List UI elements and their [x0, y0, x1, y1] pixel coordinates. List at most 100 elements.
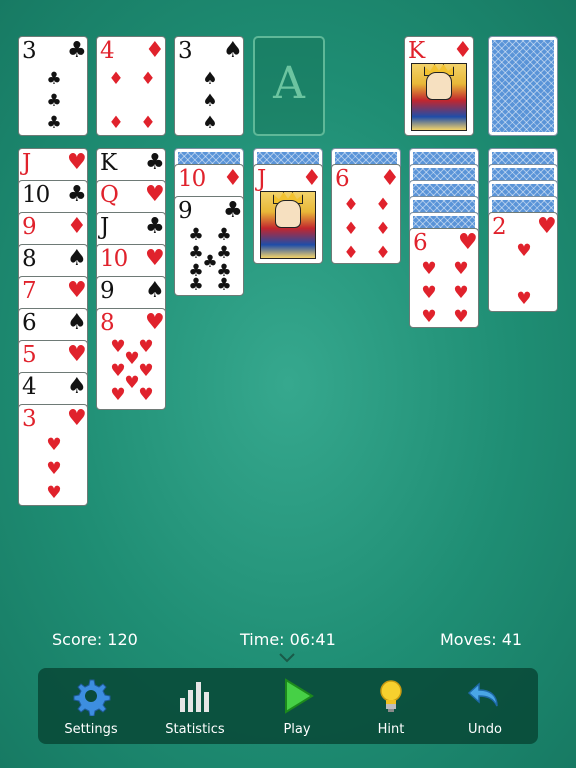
statistics-label: Statistics: [165, 722, 225, 737]
heart-icon: ♥: [67, 278, 87, 303]
club-icon: ♣: [67, 182, 87, 207]
heart-icon: ♥: [46, 459, 62, 479]
heart-icon: ♥: [421, 283, 437, 303]
club-icon: ♣: [223, 198, 243, 223]
heart-icon: ♥: [110, 385, 126, 405]
club-icon: ♣: [216, 225, 232, 245]
heart-icon: ♥: [46, 435, 62, 455]
tableau-col5-card[interactable]: 6 ♦ ♦ ♦ ♦ ♦ ♦ ♦: [331, 164, 401, 264]
heart-icon: ♥: [145, 310, 165, 335]
heart-icon: ♥: [421, 259, 437, 279]
spade-icon: ♠: [223, 38, 243, 63]
heart-icon: ♥: [453, 307, 469, 327]
card-rank: 7: [22, 278, 37, 304]
diamond-icon: ♦: [375, 219, 391, 239]
spade-icon: ♠: [202, 113, 218, 133]
play-label: Play: [283, 722, 311, 737]
bar-chart-icon: [180, 682, 209, 712]
card-rank: 10: [100, 246, 128, 272]
undo-arrow-icon: [467, 682, 498, 707]
heart-icon: ♥: [458, 230, 478, 255]
card-rank: 4: [22, 374, 37, 400]
diamond-icon: ♦: [108, 113, 124, 133]
heart-icon: ♥: [67, 406, 87, 431]
card-rank: 8: [100, 310, 115, 336]
spade-icon: ♠: [67, 310, 87, 335]
card-rank: K: [100, 150, 117, 176]
tableau-col3-card[interactable]: 9 ♣ ♣ ♣ ♣ ♣ ♣ ♣ ♣ ♣ ♣: [174, 196, 244, 296]
hint-button[interactable]: Hint: [346, 668, 436, 744]
settings-button[interactable]: Settings: [46, 668, 136, 744]
tableau-col2-card[interactable]: 8 ♥ ♥ ♥ ♥ ♥ ♥ ♥ ♥ ♥: [96, 308, 166, 410]
card-rank: J: [100, 214, 109, 240]
diamond-icon: ♦: [375, 243, 391, 263]
tableau-col7-card[interactable]: 2 ♥ ♥ ♥: [488, 212, 558, 312]
card-rank: 4: [100, 38, 115, 64]
card-rank: J: [257, 166, 266, 192]
heart-icon: ♥: [453, 283, 469, 303]
undo-button[interactable]: Undo: [440, 668, 530, 744]
moves-label: Moves: 41: [440, 630, 523, 649]
card-rank: 2: [492, 214, 507, 240]
play-button[interactable]: Play: [252, 668, 342, 744]
diamond-icon: ♦: [145, 38, 165, 63]
card-rank: K: [408, 38, 425, 64]
club-icon: ♣: [145, 150, 165, 175]
score-label: Score: 120: [52, 630, 138, 649]
diamond-icon: ♦: [343, 243, 359, 263]
foundation-slot[interactable]: A: [253, 36, 325, 136]
diamond-icon: ♦: [302, 166, 322, 191]
bottom-toolbar: Settings Statistics Play Hint Undo: [38, 668, 538, 744]
diamond-icon: ♦: [343, 219, 359, 239]
time-label: Time: 06:41: [240, 630, 336, 649]
spade-icon: ♠: [202, 91, 218, 111]
card-rank: Q: [100, 182, 119, 208]
card-rank: 9: [100, 278, 115, 304]
card-rank: 5: [22, 342, 37, 368]
heart-icon: ♥: [67, 342, 87, 367]
club-icon: ♣: [46, 91, 62, 111]
chevron-down-icon[interactable]: [278, 652, 296, 664]
heart-icon: ♥: [46, 483, 62, 503]
diamond-icon: ♦: [453, 38, 473, 63]
tableau-col4-card[interactable]: J ♦: [253, 164, 323, 264]
card-rank: 6: [413, 230, 428, 256]
hint-label: Hint: [377, 722, 405, 737]
stock-pile[interactable]: [488, 36, 558, 136]
lightbulb-icon: [380, 680, 402, 712]
heart-icon: ♥: [145, 246, 165, 271]
diamond-icon: ♦: [375, 195, 391, 215]
club-icon: ♣: [216, 275, 232, 295]
waste-card-3[interactable]: 3 ♠ ♠ ♠ ♠: [174, 36, 244, 136]
card-rank: 6: [335, 166, 350, 192]
card-rank: 3: [178, 38, 193, 64]
jack-face-art: [260, 191, 316, 259]
play-icon: [285, 678, 314, 714]
card-rank: 9: [178, 198, 193, 224]
statistics-button[interactable]: Statistics: [150, 668, 240, 744]
settings-label: Settings: [64, 722, 118, 737]
heart-icon: ♥: [67, 150, 87, 175]
diamond-icon: ♦: [140, 69, 156, 89]
heart-icon: ♥: [453, 259, 469, 279]
diamond-icon: ♦: [108, 69, 124, 89]
foundation-card-king[interactable]: K ♦: [404, 36, 474, 136]
heart-icon: ♥: [516, 289, 532, 309]
club-icon: ♣: [46, 113, 62, 133]
heart-icon: ♥: [145, 182, 165, 207]
spade-icon: ♠: [145, 278, 165, 303]
heart-icon: ♥: [516, 241, 532, 261]
spade-icon: ♠: [67, 246, 87, 271]
waste-card-2[interactable]: 4 ♦ ♦ ♦ ♦ ♦: [96, 36, 166, 136]
undo-label: Undo: [468, 722, 502, 737]
club-icon: ♣: [188, 225, 204, 245]
tableau-col1-card[interactable]: 3 ♥ ♥ ♥ ♥: [18, 404, 88, 506]
gear-icon: [73, 679, 111, 716]
diamond-icon: ♦: [223, 166, 243, 191]
heart-icon: ♥: [421, 307, 437, 327]
card-rank: 9: [22, 214, 37, 240]
waste-card-1[interactable]: 3 ♣ ♣ ♣ ♣: [18, 36, 88, 136]
card-rank: 6: [22, 310, 37, 336]
tableau-col6-card[interactable]: 6 ♥ ♥ ♥ ♥ ♥ ♥ ♥: [409, 228, 479, 328]
card-rank: 10: [22, 182, 50, 208]
